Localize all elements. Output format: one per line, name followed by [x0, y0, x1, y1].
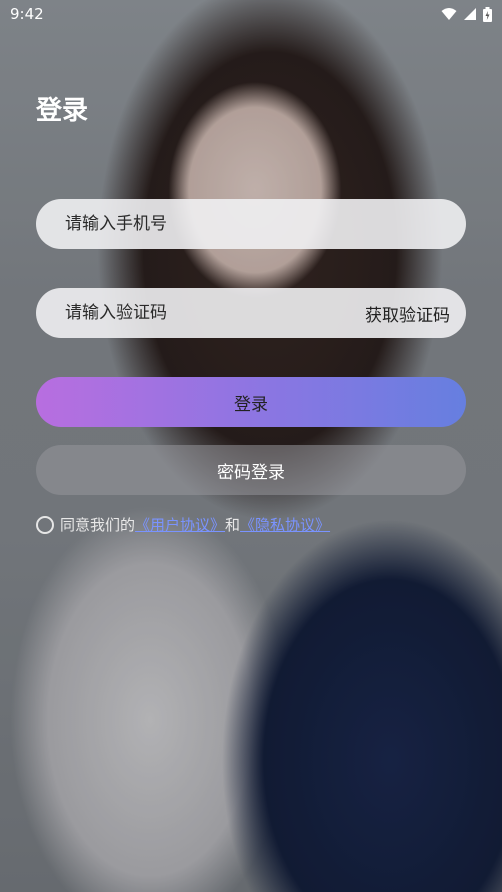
agreement-row: 同意我们的 《用户协议》 和 《隐私协议》 — [36, 514, 330, 535]
agreement-prefix: 同意我们的 — [60, 516, 136, 534]
wifi-icon — [441, 8, 457, 20]
signal-icon — [464, 8, 476, 20]
privacy-policy-link[interactable]: 《隐私协议》 — [240, 514, 330, 535]
agreement-and: 和 — [225, 516, 241, 534]
phone-input[interactable] — [63, 213, 450, 235]
status-time: 9:42 — [10, 5, 44, 23]
login-button[interactable]: 登录 — [36, 377, 466, 427]
phone-field — [36, 199, 466, 249]
battery-icon — [483, 6, 492, 22]
page-title: 登录 — [36, 96, 89, 126]
code-field: 获取验证码 — [36, 288, 466, 338]
get-code-button[interactable]: 获取验证码 — [365, 301, 450, 326]
status-icons — [441, 6, 492, 22]
password-login-button[interactable]: 密码登录 — [36, 445, 466, 495]
code-input[interactable] — [63, 302, 365, 324]
user-agreement-link[interactable]: 《用户协议》 — [135, 514, 225, 535]
agreement-radio[interactable] — [36, 515, 54, 534]
status-bar: 9:42 — [0, 0, 502, 28]
